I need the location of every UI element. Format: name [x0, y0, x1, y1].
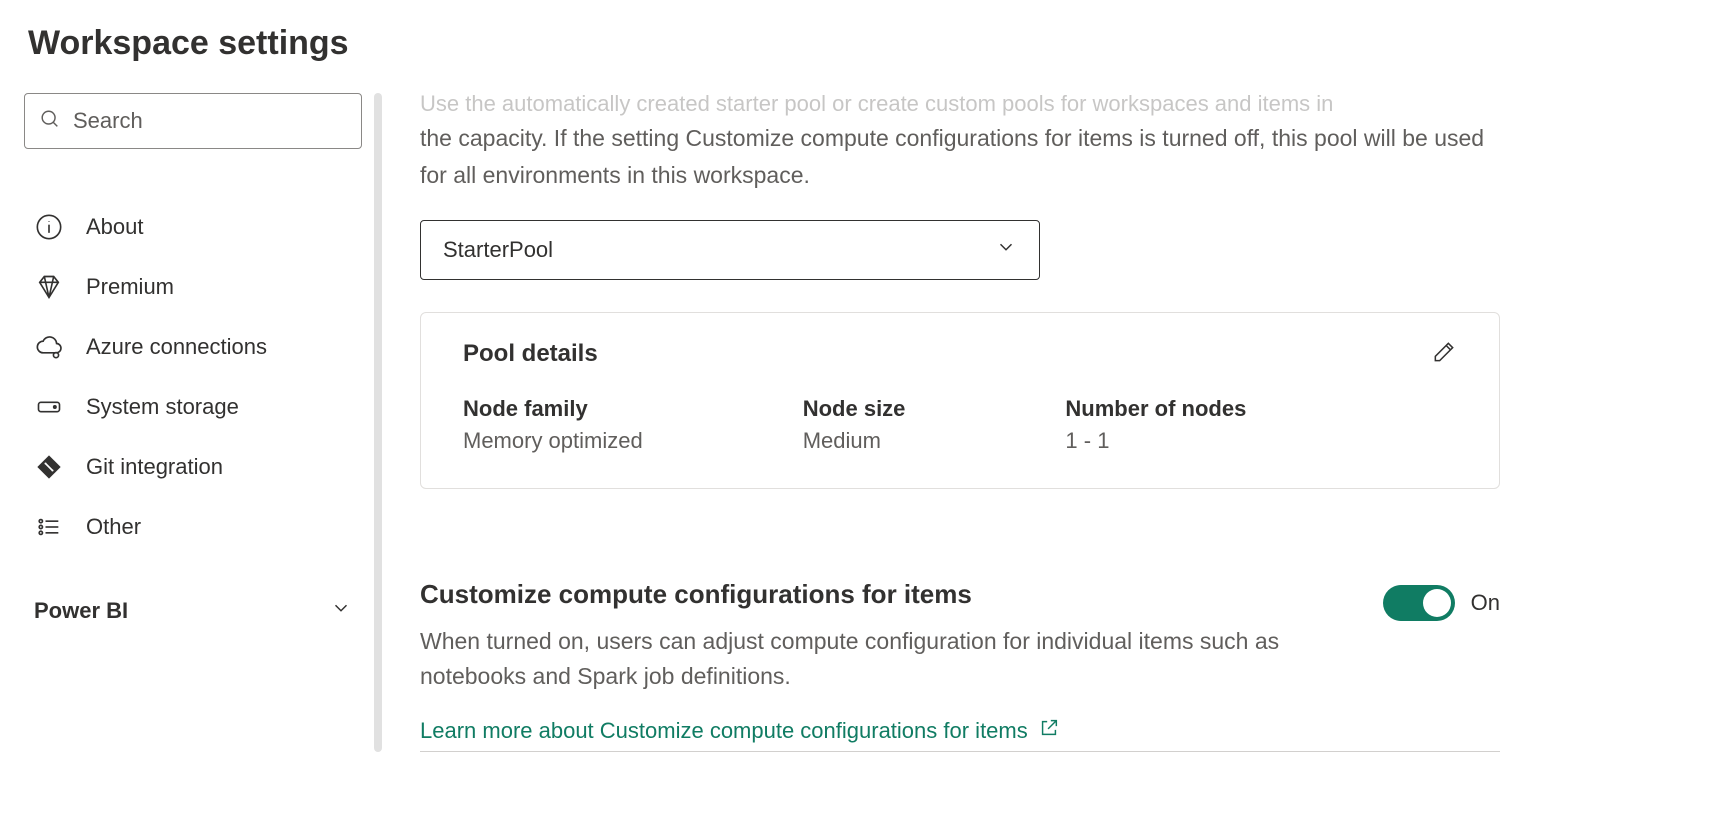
learn-more-link[interactable]: Learn more about Customize compute confi… — [420, 717, 1360, 751]
customize-description: When turned on, users can adjust compute… — [420, 624, 1360, 695]
sidebar-item-other[interactable]: Other — [24, 497, 362, 557]
info-icon — [34, 213, 64, 241]
chevron-down-icon — [330, 597, 352, 625]
search-input[interactable] — [73, 108, 361, 134]
toggle-knob — [1423, 589, 1451, 617]
sidebar-item-label: Other — [86, 514, 141, 540]
sidebar-item-label: Premium — [86, 274, 174, 300]
link-text: Learn more about Customize compute confi… — [420, 718, 1028, 744]
external-link-icon — [1038, 717, 1060, 745]
node-family-value: Memory optimized — [463, 428, 643, 454]
sidebar-item-system-storage[interactable]: System storage — [24, 377, 362, 437]
sidebar: About Premium Azure connections System s… — [0, 93, 382, 752]
cloud-icon — [34, 333, 64, 361]
divider — [420, 751, 1500, 752]
pool-description: the capacity. If the setting Customize c… — [420, 120, 1500, 194]
sidebar-item-premium[interactable]: Premium — [24, 257, 362, 317]
node-family-label: Node family — [463, 396, 643, 422]
customize-title: Customize compute configurations for ite… — [420, 579, 1360, 610]
node-size-label: Node size — [803, 396, 906, 422]
sidebar-item-label: About — [86, 214, 144, 240]
pool-details-card: Pool details Node family Memory optimize… — [420, 312, 1500, 489]
node-size-value: Medium — [803, 428, 906, 454]
toggle-state-label: On — [1471, 590, 1500, 616]
pool-select-value: StarterPool — [443, 237, 553, 263]
chevron-down-icon — [995, 236, 1017, 264]
diamond-icon — [34, 273, 64, 301]
sidebar-section-powerbi[interactable]: Power BI — [24, 557, 362, 641]
sidebar-item-about[interactable]: About — [24, 197, 362, 257]
storage-icon — [34, 393, 64, 421]
list-icon — [34, 513, 64, 541]
edit-icon[interactable] — [1431, 339, 1457, 370]
git-icon — [34, 453, 64, 481]
pool-details-title: Pool details — [463, 340, 598, 368]
sidebar-item-git-integration[interactable]: Git integration — [24, 437, 362, 497]
search-icon — [39, 108, 61, 135]
number-of-nodes-label: Number of nodes — [1065, 396, 1246, 422]
section-label: Power BI — [34, 598, 128, 624]
sidebar-item-label: Git integration — [86, 454, 223, 480]
customize-toggle[interactable] — [1383, 585, 1455, 621]
page-title: Workspace settings — [0, 0, 1500, 93]
main-panel: Use the automatically created starter po… — [382, 93, 1500, 752]
sidebar-item-azure-connections[interactable]: Azure connections — [24, 317, 362, 377]
number-of-nodes-value: 1 - 1 — [1065, 428, 1246, 454]
search-box[interactable] — [24, 93, 362, 149]
sidebar-divider[interactable] — [374, 93, 382, 752]
description-cutoff: Use the automatically created starter po… — [420, 87, 1500, 120]
pool-select[interactable]: StarterPool — [420, 220, 1040, 280]
sidebar-item-label: System storage — [86, 394, 239, 420]
sidebar-item-label: Azure connections — [86, 334, 267, 360]
